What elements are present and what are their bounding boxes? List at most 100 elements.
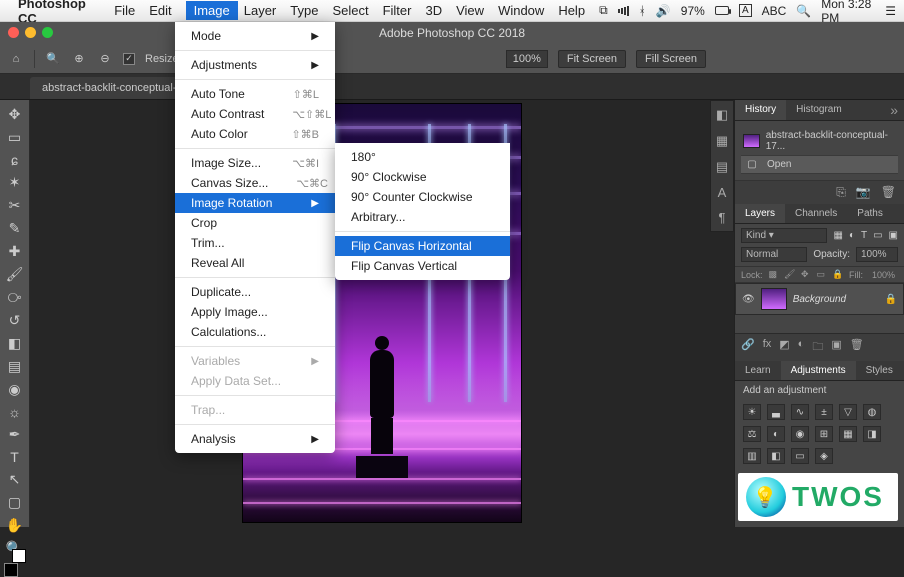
adj-photo-filter-icon[interactable]: ◉	[791, 426, 809, 442]
input-source-indicator[interactable]: A	[739, 4, 752, 17]
delete-state-icon[interactable]: 🗑	[881, 185, 896, 200]
layer-name[interactable]: Background	[793, 294, 846, 305]
menu-window[interactable]: Window	[498, 3, 544, 18]
fill-screen-button[interactable]: Fill Screen	[636, 50, 706, 68]
menu-help[interactable]: Help	[558, 3, 585, 18]
window-minimize-button[interactable]	[25, 27, 36, 38]
adj-threshold-icon[interactable]: ◧	[767, 448, 785, 464]
adj-brightness-icon[interactable]: ☀	[743, 404, 761, 420]
menu-item[interactable]: Analysis▶	[175, 429, 335, 449]
lock-transparency-icon[interactable]: ▩	[769, 269, 778, 280]
submenu-item[interactable]: Flip Canvas Horizontal	[335, 236, 510, 256]
menu-item[interactable]: Calculations...	[175, 322, 335, 342]
adj-invert-icon[interactable]: ◨	[863, 426, 881, 442]
dock-color-icon[interactable]: ◧	[716, 107, 728, 123]
history-brush-tool-icon[interactable]: ↺	[4, 312, 26, 329]
new-layer-icon[interactable]: ▣	[831, 338, 841, 357]
foreground-color-swatch[interactable]	[4, 563, 18, 577]
bluetooth-icon[interactable]: ᚼ	[639, 4, 646, 18]
tab-paths[interactable]: Paths	[847, 204, 893, 223]
layer-filter-type-icon[interactable]: T	[861, 230, 867, 241]
magic-wand-tool-icon[interactable]: ✶	[4, 174, 26, 191]
layer-filter-shape-icon[interactable]: ▭	[873, 230, 882, 241]
eyedropper-tool-icon[interactable]: ✎	[4, 220, 26, 237]
lock-all-icon[interactable]: 🔒	[832, 269, 843, 280]
tab-styles[interactable]: Styles	[856, 361, 903, 380]
menu-filter[interactable]: Filter	[383, 3, 412, 18]
submenu-item[interactable]: Flip Canvas Vertical	[335, 256, 510, 276]
menu-item[interactable]: Canvas Size...⌥⌘C	[175, 173, 335, 193]
layer-mask-icon[interactable]: ◩	[779, 338, 789, 357]
menu-item[interactable]: Duplicate...	[175, 282, 335, 302]
layer-visibility-icon[interactable]: 👁	[742, 294, 755, 305]
menu-item[interactable]: Auto Tone⇧⌘L	[175, 84, 335, 104]
tab-channels[interactable]: Channels	[785, 204, 847, 223]
adj-selective-color-icon[interactable]: ◈	[815, 448, 833, 464]
adj-hue-icon[interactable]: ◍	[863, 404, 881, 420]
opacity-input[interactable]: 100%	[856, 247, 898, 262]
link-layers-icon[interactable]: 🔗	[741, 338, 755, 357]
dock-paragraph-icon[interactable]: ¶	[719, 210, 726, 225]
hand-tool-icon[interactable]: ✋	[4, 517, 26, 534]
audio-icon[interactable]: 🔊	[656, 4, 671, 18]
menu-edit[interactable]: Edit	[149, 3, 171, 18]
dock-swatches-icon[interactable]: ▦	[716, 133, 728, 149]
eraser-tool-icon[interactable]: ◧	[4, 335, 26, 352]
blend-mode-dropdown[interactable]: Normal	[741, 247, 807, 262]
adj-gradient-map-icon[interactable]: ▭	[791, 448, 809, 464]
adj-color-balance-icon[interactable]: ⚖	[743, 426, 761, 442]
zoom-tool-icon[interactable]: 🔍	[45, 51, 61, 67]
layer-row-background[interactable]: 👁 Background 🔒	[735, 283, 904, 315]
new-snapshot-icon[interactable]: 📷	[856, 185, 871, 200]
battery-icon[interactable]	[715, 6, 729, 15]
zoom-value[interactable]: 100%	[506, 50, 548, 68]
window-zoom-button[interactable]	[42, 27, 53, 38]
brush-tool-icon[interactable]: 🖌	[4, 266, 26, 283]
history-snapshot-row[interactable]: abstract-backlit-conceptual-17...	[741, 127, 898, 156]
blur-tool-icon[interactable]: ◉	[4, 381, 26, 398]
healing-brush-tool-icon[interactable]: ✚	[4, 243, 26, 260]
history-state-row[interactable]: ▢ Open	[741, 156, 898, 174]
menu-item[interactable]: Auto Color⇧⌘B	[175, 124, 335, 144]
layer-style-icon[interactable]: fx	[763, 338, 772, 357]
layer-filter-pixel-icon[interactable]: ▦	[833, 230, 842, 241]
new-group-icon[interactable]: 🗀	[812, 338, 823, 357]
menu-view[interactable]: View	[456, 3, 484, 18]
menu-item[interactable]: Image Size...⌥⌘I	[175, 153, 335, 173]
adj-color-lookup-icon[interactable]: ▦	[839, 426, 857, 442]
spotlight-icon[interactable]: 🔍	[796, 4, 811, 18]
layer-thumbnail[interactable]	[761, 288, 787, 310]
user-name[interactable]: ABC	[762, 4, 787, 18]
menu-select[interactable]: Select	[332, 3, 368, 18]
adj-vibrance-icon[interactable]: ▽	[839, 404, 857, 420]
dodge-tool-icon[interactable]: ☼	[4, 404, 26, 420]
tab-layers[interactable]: Layers	[735, 204, 785, 223]
move-tool-icon[interactable]: ✥	[4, 106, 26, 123]
menu-item[interactable]: Apply Image...	[175, 302, 335, 322]
menu-image[interactable]: Image	[186, 1, 238, 20]
menu-item[interactable]: Reveal All	[175, 253, 335, 273]
rectangle-tool-icon[interactable]: ▢	[4, 494, 26, 511]
adj-curves-icon[interactable]: ∿	[791, 404, 809, 420]
menu-item[interactable]: Trim...	[175, 233, 335, 253]
layer-filter-adjustment-icon[interactable]: ◐	[849, 230, 855, 241]
menu-item[interactable]: Auto Contrast⌥⇧⌘L	[175, 104, 335, 124]
lock-position-icon[interactable]: ✥	[801, 269, 810, 280]
dock-character-icon[interactable]: A	[718, 185, 727, 200]
zoom-out-icon[interactable]: ⊖	[97, 51, 113, 67]
adj-levels-icon[interactable]: ▃	[767, 404, 785, 420]
tab-adjustments[interactable]: Adjustments	[781, 361, 856, 380]
lock-pixels-icon[interactable]: 🖌	[784, 269, 795, 280]
tab-histogram[interactable]: Histogram	[786, 100, 852, 120]
window-close-button[interactable]	[8, 27, 19, 38]
adj-posterize-icon[interactable]: ▥	[743, 448, 761, 464]
submenu-item[interactable]: 180°	[335, 147, 510, 167]
fit-screen-button[interactable]: Fit Screen	[558, 50, 626, 68]
adj-exposure-icon[interactable]: ±	[815, 404, 833, 420]
clone-stamp-tool-icon[interactable]: ⧂	[4, 289, 26, 306]
background-color-swatch[interactable]	[12, 549, 26, 563]
menu-type[interactable]: Type	[290, 3, 318, 18]
zoom-in-icon[interactable]: ⊕	[71, 51, 87, 67]
layer-lock-icon[interactable]: 🔒	[885, 294, 897, 305]
submenu-item[interactable]: 90° Clockwise	[335, 167, 510, 187]
